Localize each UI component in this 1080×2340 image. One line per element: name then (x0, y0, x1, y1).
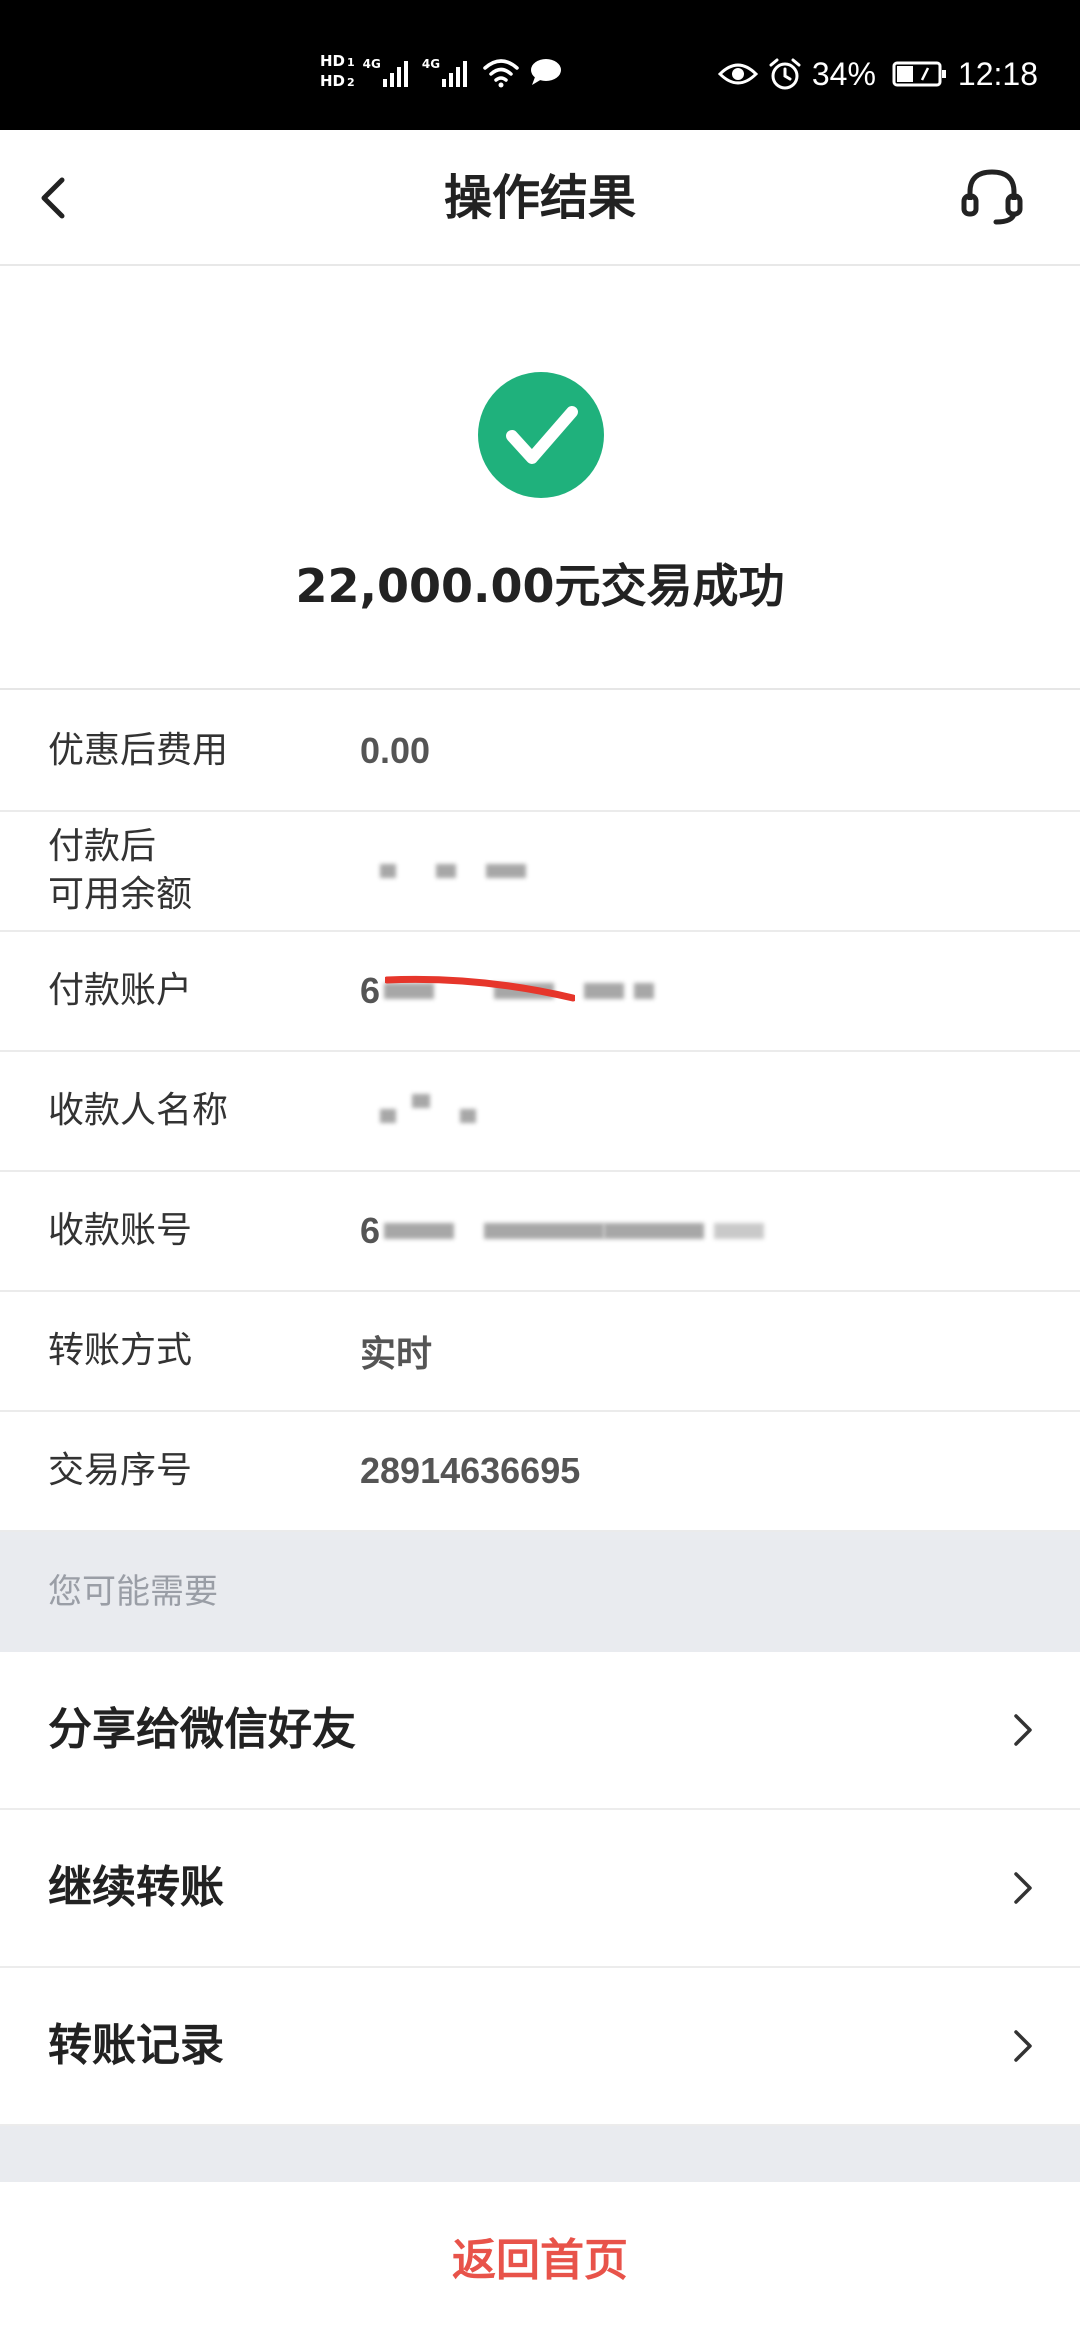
signal-2-bars-icon (442, 57, 468, 87)
masked-value (360, 812, 526, 930)
status-left: HD 1 HD 2 4G 4G (320, 42, 563, 102)
detail-label: 收款人名称 (48, 1090, 229, 1131)
chat-icon (531, 59, 562, 85)
status-bar: HD 1 HD 2 4G 4G 34% 12:18 (0, 0, 1080, 130)
detail-row-payee-name: 收款人名称 (0, 1052, 1080, 1172)
footer-bar: 返回首页 (0, 2182, 1080, 2340)
hd-badge-2: HD 2 (320, 72, 355, 90)
detail-value: 28914636695 (360, 1450, 581, 1491)
suggestions-header: 您可能需要 (0, 1532, 1080, 1652)
clock: 12:18 (957, 55, 1038, 92)
transaction-details: 优惠后费用 0.00 付款后 可用余额 付款账户 6 收款人名称 收款账号 6 (0, 692, 1080, 1532)
continue-transfer-item[interactable]: 继续转账 (0, 1810, 1080, 1968)
check-circle-icon (478, 372, 604, 498)
detail-row-serial-number: 交易序号 28914636695 (0, 1412, 1080, 1532)
chevron-right-icon (1014, 1872, 1032, 1904)
hd-indicators: HD 1 HD 2 (320, 52, 355, 92)
chevron-right-icon (1014, 2030, 1032, 2062)
signal-2: 4G (421, 57, 468, 87)
signal-1-bars-icon (382, 57, 408, 87)
transfer-records-item[interactable]: 转账记录 (0, 1968, 1080, 2126)
battery-percent: 34% (811, 55, 876, 92)
result-text: 22,000.00元交易成功 (295, 559, 785, 613)
chevron-right-icon (1014, 1714, 1032, 1746)
signal-2-label: 4G (421, 57, 441, 71)
signal-1: 4G (363, 57, 408, 87)
detail-label: 交易序号 (48, 1450, 193, 1491)
share-wechat-item[interactable]: 分享给微信好友 (0, 1652, 1080, 1810)
detail-value: 0.00 (360, 730, 431, 771)
suggestions-list: 分享给微信好友 继续转账 转账记录 (0, 1652, 1080, 2126)
hd-badge-1: HD 1 (320, 52, 355, 70)
detail-value: 实时 (360, 1333, 433, 1374)
masked-lead: 6 (360, 1210, 381, 1251)
detail-row-balance: 付款后 可用余额 (0, 812, 1080, 932)
result-section: 22,000.00元交易成功 (0, 268, 1080, 690)
page-title: 操作结果 (443, 170, 636, 226)
action-label: 转账记录 (48, 2020, 224, 2071)
suggestions-title: 您可能需要 (48, 1572, 218, 1612)
detail-label: 付款账户 (48, 970, 193, 1011)
return-home-button[interactable]: 返回首页 (0, 2182, 1080, 2340)
headset-icon[interactable] (956, 160, 1028, 232)
eye-icon (717, 63, 758, 85)
masked-value: 6 (360, 1172, 765, 1290)
wifi-icon (483, 59, 519, 88)
detail-label: 转账方式 (48, 1330, 193, 1371)
detail-row-transfer-mode: 转账方式 实时 (0, 1292, 1080, 1412)
battery-icon (892, 61, 946, 87)
action-label: 分享给微信好友 (48, 1704, 356, 1755)
masked-value (360, 1052, 476, 1170)
alarm-icon (769, 58, 801, 90)
signal-1-label: 4G (362, 57, 381, 71)
app-header: 操作结果 (0, 130, 1080, 266)
status-right: 34% 12:18 (717, 44, 1038, 104)
detail-label: 收款账号 (48, 1210, 193, 1251)
masked-lead: 6 (360, 970, 381, 1011)
detail-row-fee: 优惠后费用 0.00 (0, 692, 1080, 812)
detail-label: 付款后 可用余额 (48, 826, 193, 915)
section-spacer (0, 2126, 1080, 2182)
action-label: 继续转账 (48, 1862, 224, 1913)
detail-label: 优惠后费用 (48, 730, 229, 771)
red-redaction-line (385, 975, 575, 1002)
detail-row-payee-account: 收款账号 6 (0, 1172, 1080, 1292)
